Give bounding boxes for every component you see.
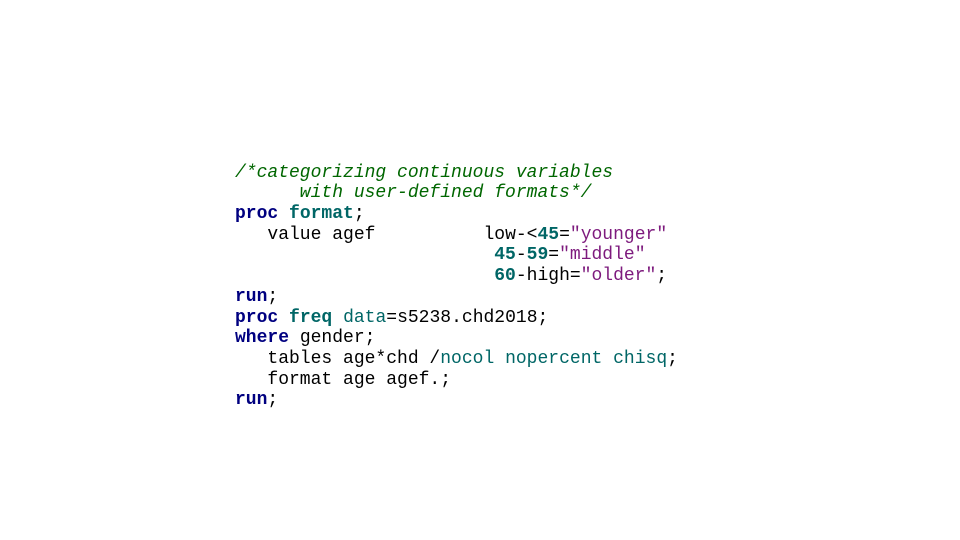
sas-code-block: /*categorizing continuous variables with…: [235, 142, 678, 411]
kw-run-1: run: [235, 287, 267, 307]
comment-line-1: /*categorizing continuous variables: [235, 163, 613, 183]
kw-proc-1: proc: [235, 204, 278, 224]
kw-format-stmt: format: [235, 370, 332, 390]
semicolon: ;: [354, 204, 365, 224]
str-older: "older": [581, 266, 657, 286]
space: [278, 308, 289, 328]
opt-chisq: chisq: [613, 349, 667, 369]
space: [278, 204, 289, 224]
space: [602, 349, 613, 369]
procname-format: format: [289, 204, 354, 224]
tok-high: -high=: [516, 266, 581, 286]
opt-data: data: [343, 308, 386, 328]
eq: =: [548, 245, 559, 265]
opt-nopercent: nopercent: [505, 349, 602, 369]
opt-nocol: nocol: [440, 349, 494, 369]
dataset: =s5238.chd2018;: [386, 308, 548, 328]
comment-line-2: with user-defined formats*/: [235, 183, 591, 203]
kw-tables: tables: [235, 349, 332, 369]
eq: =: [559, 225, 570, 245]
ident-agef: agef: [321, 225, 375, 245]
procname-freq: freq: [289, 308, 332, 328]
kw-proc-2: proc: [235, 308, 278, 328]
kw-value: value: [235, 225, 321, 245]
dash: -: [516, 245, 527, 265]
tok-low: low-<: [483, 225, 537, 245]
semicolon: ;: [667, 349, 678, 369]
str-younger: "younger": [570, 225, 667, 245]
num-60: 60: [494, 266, 516, 286]
num-59: 59: [527, 245, 549, 265]
semicolon: ;: [656, 266, 667, 286]
where-expr: gender;: [289, 328, 375, 348]
kw-where: where: [235, 328, 289, 348]
space: [494, 349, 505, 369]
pad: [235, 266, 494, 286]
kw-run-2: run: [235, 390, 267, 410]
str-middle: "middle": [559, 245, 645, 265]
space: [332, 308, 343, 328]
semicolon: ;: [267, 287, 278, 307]
tables-expr: age*chd /: [332, 349, 440, 369]
pad: [375, 225, 483, 245]
num-45b: 45: [494, 245, 516, 265]
format-args: age agef.;: [332, 370, 451, 390]
num-45a: 45: [537, 225, 559, 245]
semicolon: ;: [267, 390, 278, 410]
pad: [235, 245, 494, 265]
